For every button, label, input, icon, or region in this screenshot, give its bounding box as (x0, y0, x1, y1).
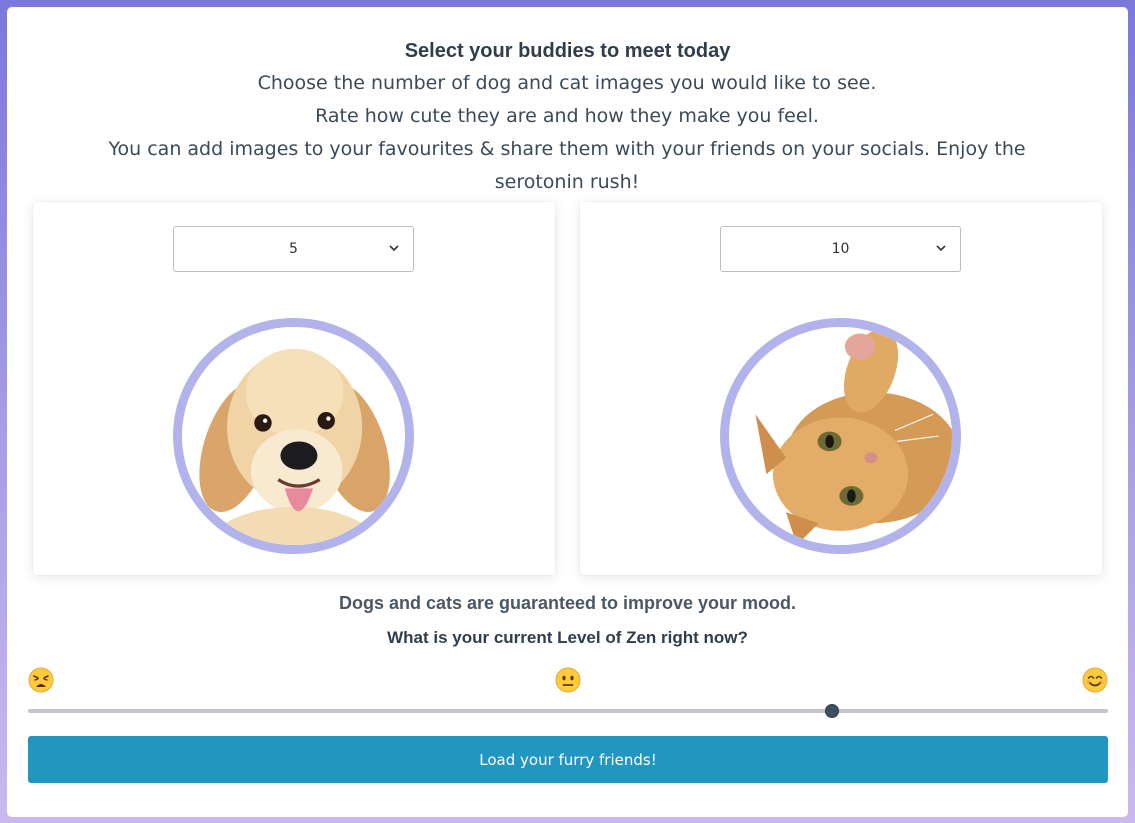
cat-count-select[interactable]: 10 (720, 226, 961, 272)
dog-panel: 5 (33, 202, 555, 575)
slider-track[interactable] (28, 709, 1108, 713)
cat-image (720, 318, 961, 554)
neutral-face-icon (555, 667, 581, 693)
page-title: Select your buddies to meet today (404, 40, 731, 62)
slider-thumb[interactable] (824, 704, 839, 718)
smiling-face-icon (1082, 667, 1108, 693)
zen-level-slider[interactable] (28, 704, 1108, 718)
chevron-down-icon (389, 245, 399, 252)
intro-line-2: Rate how cute they are and how they make… (315, 105, 819, 127)
dog-count-select[interactable]: 5 (173, 226, 414, 272)
zen-question: What is your current Level of Zen right … (387, 628, 748, 647)
cat-illustration (731, 327, 952, 545)
chevron-down-icon (936, 245, 946, 252)
main-card: Select your buddies to meet today Choose… (7, 7, 1128, 817)
intro-line-1: Choose the number of dog and cat images … (257, 72, 877, 94)
dog-count-value: 5 (289, 241, 298, 257)
dog-illustration (184, 327, 403, 545)
mood-text: Dogs and cats are guaranteed to improve … (338, 593, 797, 613)
cat-count-value: 10 (831, 241, 850, 257)
weary-face-icon (28, 667, 54, 693)
load-friends-button[interactable]: Load your furry friends! (28, 736, 1108, 783)
cat-panel: 10 (580, 202, 1102, 575)
intro-line-3: You can add images to your favourites & … (108, 138, 1026, 193)
dog-image (173, 318, 414, 554)
